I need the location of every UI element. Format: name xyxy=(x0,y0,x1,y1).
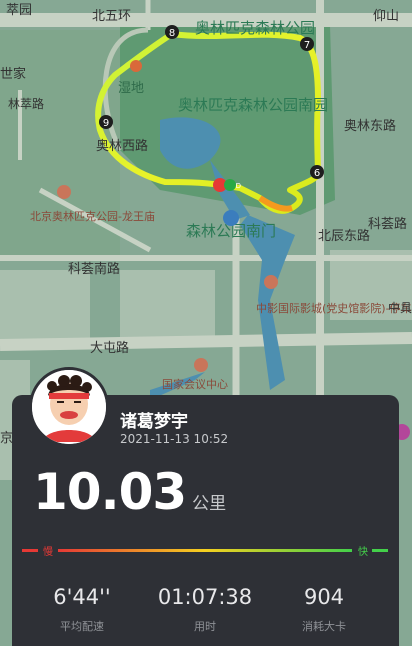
avatar[interactable] xyxy=(29,367,109,447)
map-label-yangshan: 仰山 xyxy=(373,9,399,24)
map-label-aolin-east-road: 奥林东路 xyxy=(344,118,396,134)
km-marker-9: 9 xyxy=(99,115,113,129)
stat-label: 用时 xyxy=(194,620,216,633)
start-marker xyxy=(224,179,236,191)
map-label-cuiyuan: 萃园 xyxy=(6,3,32,18)
stat-value: 01:07:38 xyxy=(157,585,253,609)
pace-gradient-bar: 慢 快 xyxy=(22,543,388,558)
cinema-poi-icon xyxy=(264,275,278,289)
km-marker-8: 8 xyxy=(165,25,179,39)
stat-average-pace: 6'44'' 平均配速 xyxy=(27,585,137,634)
wetland-poi-icon xyxy=(130,60,142,72)
stat-label: 消耗大卡 xyxy=(302,620,346,633)
map-label-keyin-south-road: 科荟南路 xyxy=(68,261,120,277)
map-label-north-fifth-ring: 北五环 xyxy=(92,9,131,24)
svg-text:6: 6 xyxy=(314,168,320,179)
km-marker-7: 7 xyxy=(300,37,314,51)
stat-value: 904 xyxy=(303,585,345,609)
run-date: 2021-11-13 10:52 xyxy=(120,432,229,446)
map-label-convention-center: 国家会议中心 xyxy=(162,377,228,391)
map-label-longwang-temple: 北京奥林匹克公园-龙王庙 xyxy=(30,209,155,223)
run-summary-screen: 萃园 北五环 仰山 世家 林萃路 奥林匹克森林公园 湿地 奥林匹克森林公园南园 … xyxy=(0,0,412,646)
stat-duration: 01:07:38 用时 xyxy=(150,585,260,634)
distance-value: 10.03 xyxy=(33,463,187,521)
pace-gradient-line xyxy=(58,549,352,552)
distance-display: 10.03 公里 xyxy=(33,463,226,521)
map-label-aolin-west-road: 奥林西路 xyxy=(96,138,148,154)
map-label-shijia: 世家 xyxy=(0,66,26,82)
pace-slow-label: 慢 xyxy=(43,547,53,558)
user-name: 诸葛梦宇 xyxy=(120,412,188,432)
stat-value: 6'44'' xyxy=(53,585,111,609)
map-label-linkao-road: 林萃路 xyxy=(8,96,44,111)
km-marker-6: 6 xyxy=(310,165,324,179)
stat-label: 平均配速 xyxy=(60,620,104,633)
map-label-zhong: 中具罗 xyxy=(388,300,412,315)
convention-poi-icon xyxy=(194,358,208,372)
map-label-beichen-east-road: 北辰东路 xyxy=(318,228,370,244)
distance-unit: 公里 xyxy=(192,494,227,514)
pace-fast-label: 快 xyxy=(358,547,368,558)
svg-text:8: 8 xyxy=(169,28,175,39)
subway-icon xyxy=(223,210,239,226)
map-label-datun-road: 大屯路 xyxy=(90,340,129,356)
map-label-park-top: 奥林匹克森林公园 xyxy=(195,19,315,37)
map-label-park-south: 奥林匹克森林公园南园 xyxy=(178,96,328,114)
map-label-keyin-road: 科荟路 xyxy=(368,216,407,232)
temple-poi-icon xyxy=(57,185,71,199)
map-label-wetland: 湿地 xyxy=(118,81,144,96)
stat-calories: 904 消耗大卡 xyxy=(269,585,379,634)
svg-text:7: 7 xyxy=(304,40,310,51)
svg-text:9: 9 xyxy=(103,118,109,129)
